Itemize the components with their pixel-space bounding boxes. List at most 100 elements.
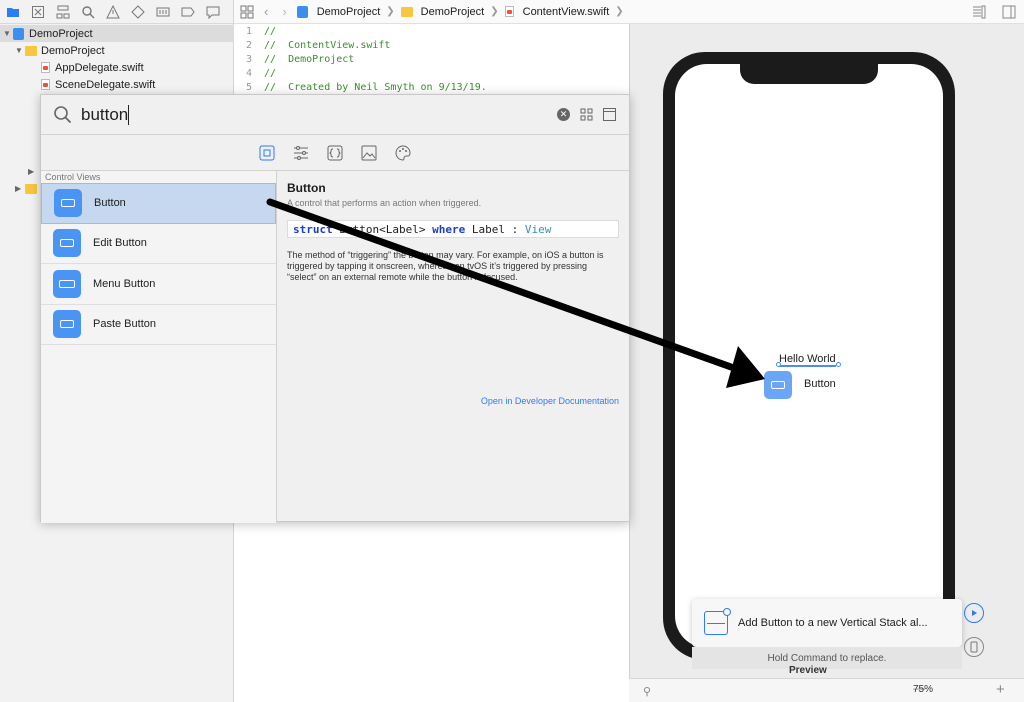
details-toggle-icon[interactable] [603, 108, 616, 124]
warning-icon[interactable] [105, 4, 121, 20]
library-item-detail: Button A control that performs an action… [277, 171, 629, 523]
folder-icon[interactable] [5, 4, 21, 20]
decl-keyword: where [432, 222, 466, 236]
button-view-icon [54, 189, 82, 218]
library-item-label: Edit Button [93, 237, 147, 250]
decl-keyword: struct [293, 222, 333, 236]
disclosure-triangle-icon[interactable]: ▼ [3, 29, 13, 38]
disclosure-triangle-icon[interactable]: ▶ [15, 184, 25, 193]
pin-icon[interactable]: ⚲ [643, 685, 651, 698]
declaration-box: struct Button<Label> where Label : View [287, 220, 619, 238]
forward-arrow-icon[interactable]: › [278, 4, 290, 19]
breadcrumb-label: DemoProject [316, 5, 381, 18]
views-tab-icon[interactable] [257, 143, 277, 163]
play-icon [972, 610, 977, 616]
tree-row-collapsed[interactable]: ▶ [0, 180, 41, 197]
device-preview-button[interactable] [964, 637, 984, 657]
zoom-level: 75% [913, 684, 934, 695]
snippets-tab-icon[interactable] [325, 143, 345, 163]
back-arrow-icon[interactable]: ‹ [260, 4, 272, 19]
tree-row-collapsed[interactable]: ▶ [0, 163, 38, 180]
canvas-bottom-bar: ⚲ — + [629, 678, 1024, 702]
line-number: 4 [245, 67, 252, 79]
disclosure-triangle-icon[interactable]: ▼ [15, 46, 25, 55]
library-search-input[interactable]: button [81, 105, 128, 125]
project-icon [13, 27, 24, 40]
test-icon[interactable] [130, 4, 146, 20]
code-line[interactable]: 2 // ContentView.swift [234, 38, 629, 52]
breadcrumb-label: ContentView.swift [522, 5, 610, 18]
decl-name: Button<Label> [332, 222, 433, 236]
swift-file-icon [41, 62, 50, 73]
zoom-in-icon[interactable]: + [996, 681, 1005, 698]
edit-button-view-icon [53, 229, 81, 258]
library-item-label: Paste Button [93, 318, 156, 331]
editor-options-icon[interactable] [971, 4, 987, 20]
code-comment: // [264, 67, 277, 79]
tree-row-project[interactable]: ▼ DemoProject [0, 25, 234, 42]
dragged-button-icon[interactable] [764, 371, 792, 399]
source-control-icon[interactable] [30, 4, 46, 20]
media-tab-icon[interactable] [359, 143, 379, 163]
folder-icon [400, 6, 413, 17]
line-number: 2 [245, 39, 252, 51]
code-line[interactable]: 4 // [234, 66, 629, 80]
library-popover: button ✕ Control Views Button Edit Butto… [40, 94, 630, 523]
decl-type: View [524, 222, 552, 236]
library-item-list: Control Views Button Edit Button Menu Bu… [41, 171, 277, 523]
line-number: 1 [245, 25, 252, 37]
clear-search-icon[interactable]: ✕ [557, 108, 570, 121]
dragged-item-label: Button [804, 378, 836, 390]
navigator-toolbar [0, 0, 233, 24]
drop-hint-popup: Add Button to a new Vertical Stack al... [692, 599, 962, 647]
tree-row-file[interactable]: AppDelegate.swift [0, 59, 144, 76]
decl-constraint: Label : [465, 222, 525, 236]
code-line[interactable]: 3 // DemoProject [234, 52, 629, 66]
grid-view-icon[interactable] [580, 108, 593, 124]
project-icon [296, 5, 308, 18]
library-item-paste-button[interactable]: Paste Button [41, 305, 276, 345]
code-comment: // Created by Neil Smyth on 9/13/19. [264, 81, 487, 93]
hierarchy-icon[interactable] [55, 4, 71, 20]
detail-subtitle: A control that performs an action when t… [287, 198, 482, 208]
library-search-bar: button ✕ [41, 95, 629, 135]
developer-docs-link[interactable]: Open in Developer Documentation [481, 396, 619, 406]
text-caret [128, 104, 130, 125]
vstack-icon [704, 608, 731, 635]
paste-button-view-icon [53, 310, 81, 339]
swift-file-icon [41, 79, 50, 90]
code-line[interactable]: 5 // Created by Neil Smyth on 9/13/19. [234, 80, 629, 94]
selection-handle[interactable] [776, 362, 781, 367]
debug-icon[interactable] [155, 4, 171, 20]
modifiers-tab-icon[interactable] [291, 143, 311, 163]
project-name: DemoProject [29, 27, 93, 40]
hello-world-text[interactable]: Hello World [779, 353, 836, 367]
colors-tab-icon[interactable] [393, 143, 413, 163]
library-item-button[interactable]: Button [41, 183, 276, 224]
disclosure-triangle-icon[interactable]: ▶ [28, 167, 38, 176]
library-tabs [41, 135, 629, 171]
search-icon[interactable] [80, 4, 96, 20]
detail-description: The method of “triggering” the button ma… [287, 250, 604, 282]
inspector-toggle-icon[interactable] [1001, 4, 1017, 20]
live-preview-button[interactable] [964, 603, 984, 623]
breakpoint-icon[interactable] [180, 4, 196, 20]
selection-handle[interactable] [836, 362, 841, 367]
report-icon[interactable] [205, 4, 221, 20]
chevron-right-icon: ❯ [615, 6, 624, 17]
chevron-right-icon: ❯ [386, 6, 395, 17]
code-line[interactable]: 1 // [234, 24, 629, 38]
menu-button-view-icon [53, 269, 81, 298]
library-item-edit-button[interactable]: Edit Button [41, 224, 276, 264]
breadcrumb-group[interactable]: DemoProject [400, 6, 484, 18]
source-editor[interactable]: 1//2// ContentView.swift 3// DemoProject 4… [234, 24, 629, 94]
chevron-right-icon: ❯ [490, 6, 499, 17]
code-comment: // DemoProject [264, 53, 355, 65]
tree-row-group[interactable]: ▼ DemoProject [0, 42, 105, 59]
tree-row-file[interactable]: SceneDelegate.swift [0, 76, 155, 93]
breadcrumb-project[interactable]: DemoProject [296, 5, 381, 18]
grid-icon[interactable] [240, 4, 254, 20]
breadcrumb-file[interactable]: ContentView.swift [504, 5, 610, 18]
library-item-menu-button[interactable]: Menu Button [41, 264, 276, 305]
drop-hint-secondary: Hold Command to replace. [692, 647, 962, 669]
